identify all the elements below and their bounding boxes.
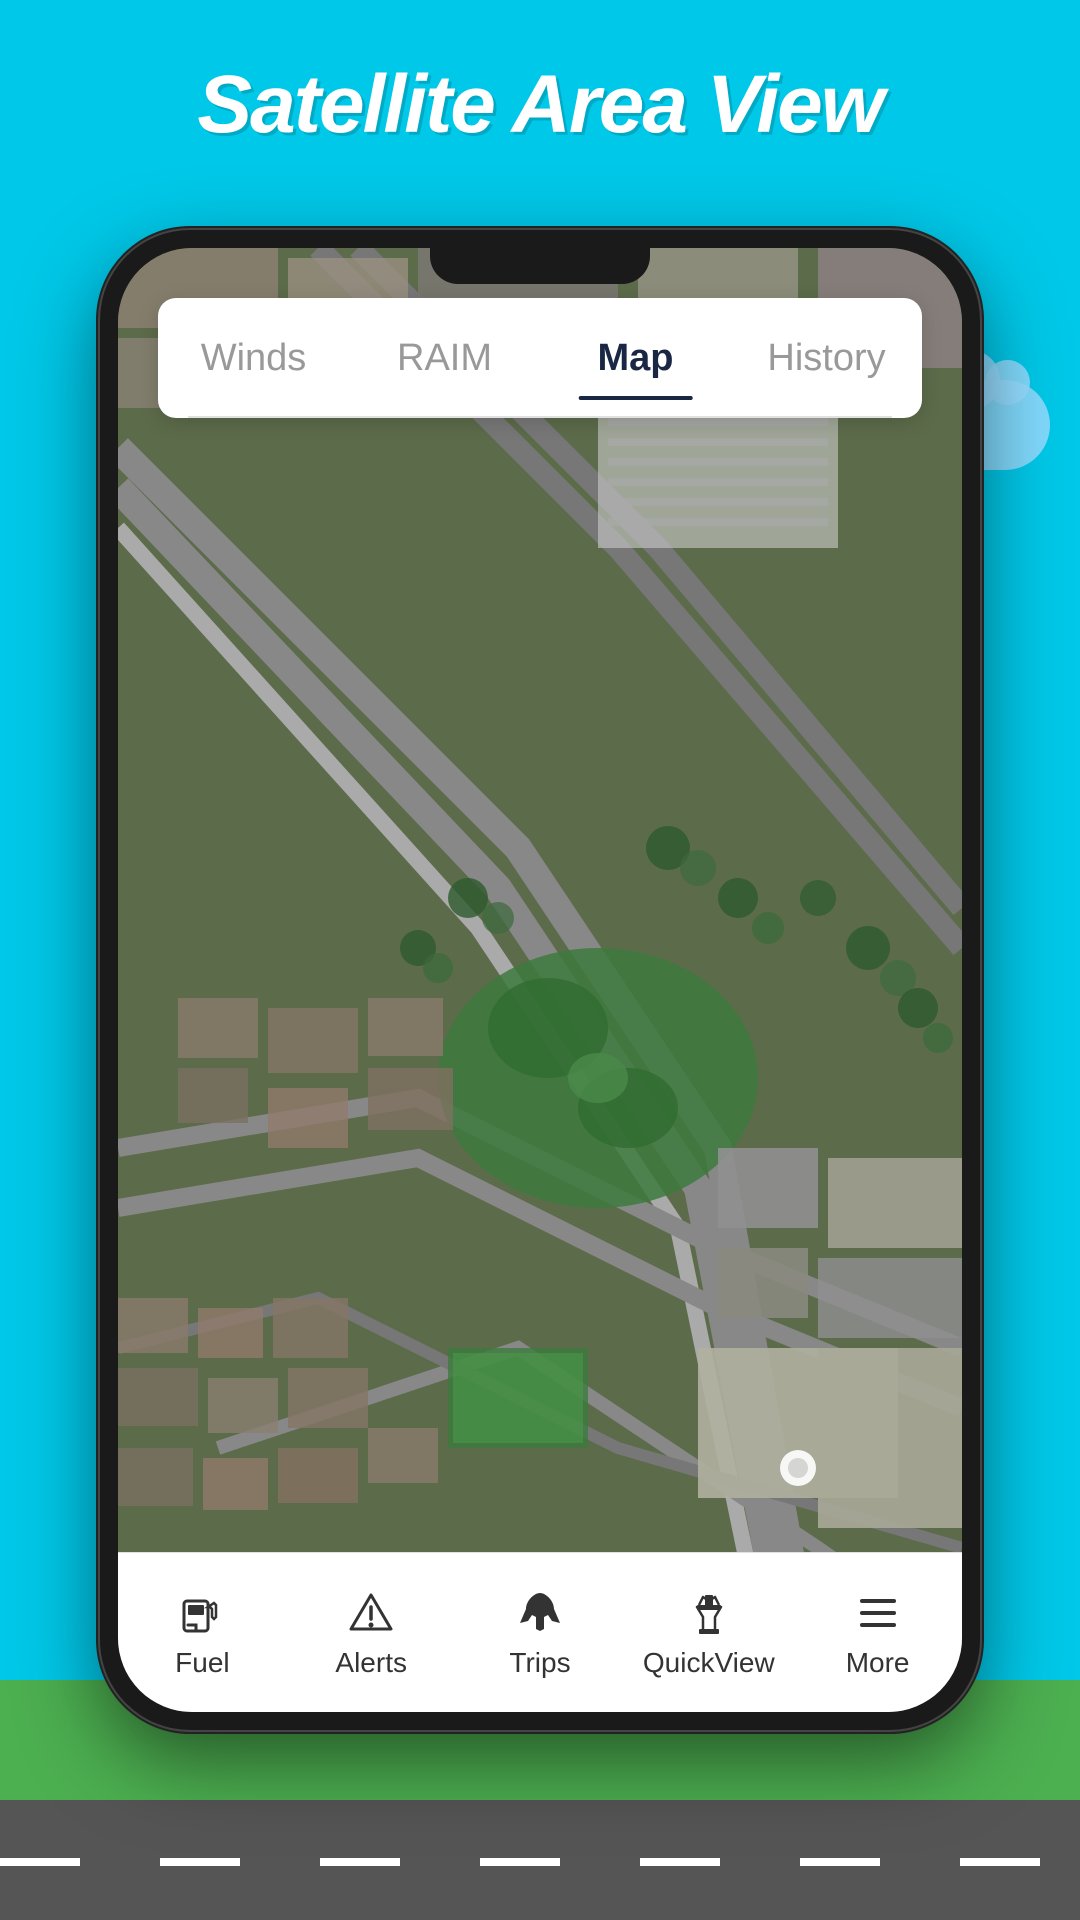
nav-more-label: More	[846, 1647, 910, 1679]
nav-quickview-label: QuickView	[643, 1647, 775, 1679]
tab-map[interactable]: Map	[540, 317, 731, 400]
map-svg	[118, 248, 962, 1712]
nav-trips[interactable]: Trips	[456, 1587, 625, 1679]
tab-divider	[188, 416, 892, 418]
nav-alerts[interactable]: Alerts	[287, 1587, 456, 1679]
tab-winds[interactable]: Winds	[158, 317, 349, 400]
alerts-icon	[339, 1587, 403, 1639]
satellite-map[interactable]: Winds RAIM Map History	[118, 248, 962, 1712]
nav-alerts-label: Alerts	[335, 1647, 407, 1679]
tab-panel: Winds RAIM Map History	[158, 298, 922, 418]
nav-fuel[interactable]: Fuel	[118, 1587, 287, 1679]
bottom-nav: Fuel Alerts	[118, 1552, 962, 1712]
road-background	[0, 1800, 1080, 1920]
nav-more[interactable]: More	[793, 1587, 962, 1679]
phone-frame: Winds RAIM Map History	[100, 230, 980, 1730]
fuel-icon	[170, 1587, 234, 1639]
nav-quickview[interactable]: QuickView	[624, 1587, 793, 1679]
quickview-icon	[677, 1587, 741, 1639]
road-line	[0, 1858, 1080, 1866]
tab-raim[interactable]: RAIM	[349, 317, 540, 400]
phone-screen: Winds RAIM Map History	[118, 248, 962, 1712]
nav-trips-label: Trips	[509, 1647, 570, 1679]
phone-notch	[430, 248, 650, 284]
nav-fuel-label: Fuel	[175, 1647, 229, 1679]
trips-icon	[508, 1587, 572, 1639]
tab-history[interactable]: History	[731, 317, 922, 400]
more-icon	[846, 1587, 910, 1639]
page-title: Satellite Area View	[0, 60, 1080, 150]
